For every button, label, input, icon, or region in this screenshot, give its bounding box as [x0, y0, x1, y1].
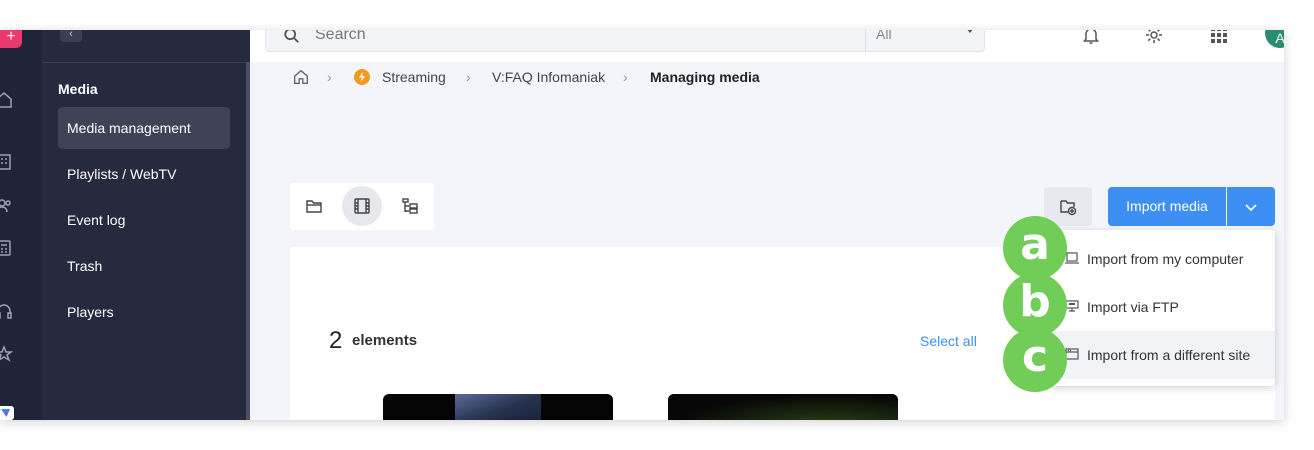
star-icon[interactable] — [0, 344, 14, 364]
annotation-marker-c: c — [1003, 328, 1067, 392]
sidebar-divider — [42, 62, 246, 63]
breadcrumb-separator: › — [327, 69, 332, 85]
users-icon[interactable] — [0, 196, 14, 216]
menu-item-import-site[interactable]: Import from a different site — [1050, 331, 1275, 379]
collapse-sidebar-button[interactable]: ‹ — [60, 30, 82, 42]
sidebar-item-players[interactable]: Players — [58, 291, 230, 333]
annotation-marker-a: a — [1003, 216, 1067, 280]
home-icon[interactable] — [0, 90, 14, 110]
select-all-link[interactable]: Select all — [920, 333, 977, 349]
element-count-label: elements — [352, 332, 418, 349]
building-icon[interactable] — [0, 152, 14, 172]
new-button[interactable]: + — [0, 30, 22, 48]
sidebar-item-media-management[interactable]: Media management — [58, 107, 230, 149]
breadcrumb-item-channel[interactable]: V:FAQ Infomaniak — [492, 69, 605, 85]
search-separator — [865, 30, 866, 52]
avatar[interactable]: A — [1265, 30, 1284, 48]
sidebar-item-event-log[interactable]: Event log — [58, 199, 230, 241]
search-input[interactable] — [315, 30, 855, 44]
menu-item-label: Import via FTP — [1087, 299, 1179, 315]
breadcrumb-current: Managing media — [650, 69, 760, 85]
breadcrumb-separator: › — [466, 69, 471, 85]
gear-icon[interactable] — [1143, 30, 1165, 46]
menu-item-label: Import from a different site — [1087, 347, 1251, 363]
menu-item-import-computer[interactable]: Import from my computer — [1050, 235, 1275, 283]
sidebar-scrollbar[interactable] — [246, 62, 250, 420]
media-thumbnail[interactable] — [383, 394, 613, 420]
apps-grid-icon[interactable] — [1208, 30, 1230, 46]
top-bar: All A — [250, 30, 1284, 62]
app-logo[interactable] — [0, 406, 14, 420]
sidebar-item-trash[interactable]: Trash — [58, 245, 230, 287]
import-media-button[interactable]: Import media — [1108, 187, 1226, 226]
tree-view-button[interactable] — [390, 186, 430, 226]
streaming-icon — [354, 69, 370, 85]
menu-item-label: Import from my computer — [1087, 251, 1244, 267]
chevron-down-icon[interactable] — [966, 30, 974, 33]
sidebar-section-title: Media — [58, 81, 98, 97]
import-options-toggle[interactable] — [1227, 187, 1275, 226]
search-filter-select[interactable]: All — [876, 30, 892, 42]
thumbnail-image — [668, 394, 898, 420]
calculator-icon[interactable] — [0, 238, 14, 258]
media-thumbnail[interactable] — [668, 394, 898, 420]
film-view-button[interactable] — [342, 186, 382, 226]
sidebar: ‹ Media Media management Playlists / Web… — [42, 30, 250, 420]
folder-view-button[interactable] — [294, 186, 334, 226]
view-switcher — [290, 183, 434, 230]
search-bar: All — [265, 30, 985, 52]
breadcrumb-separator: › — [623, 69, 628, 85]
app-window: + ‹ Media Media management Playlists / W… — [0, 30, 1284, 420]
breadcrumb-item-streaming[interactable]: Streaming — [382, 69, 446, 85]
search-icon — [283, 30, 301, 45]
home-icon[interactable] — [292, 68, 310, 86]
element-count: 2 — [329, 327, 343, 354]
menu-item-import-ftp[interactable]: Import via FTP — [1050, 283, 1275, 331]
sidebar-item-playlists[interactable]: Playlists / WebTV — [58, 153, 230, 195]
support-icon[interactable] — [0, 302, 14, 322]
bell-icon[interactable] — [1080, 30, 1102, 46]
app-rail: + — [0, 30, 42, 420]
thumbnail-image — [455, 394, 541, 420]
import-dropdown-menu: Import from my computer Import via FTP I… — [1050, 230, 1275, 386]
